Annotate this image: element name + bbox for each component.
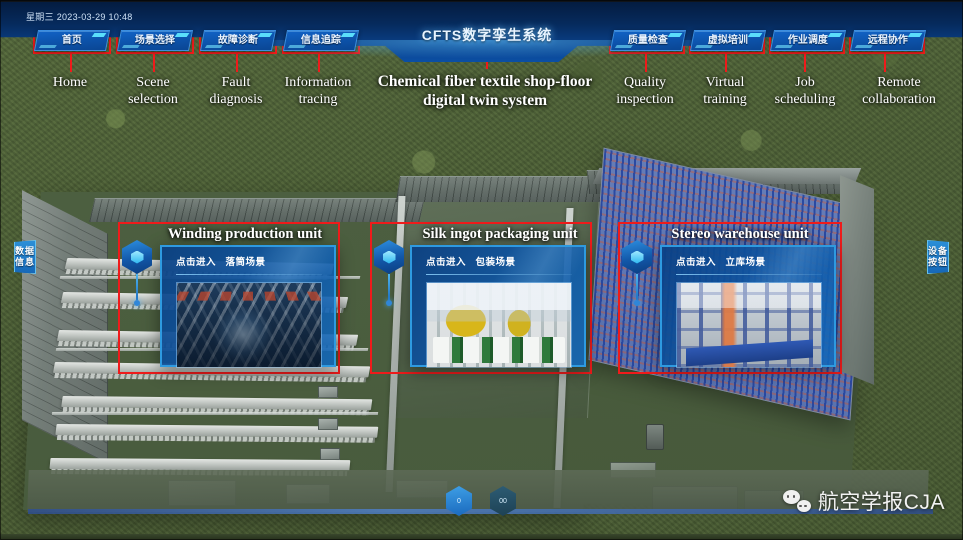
nav-button-virtual-training-label: 虚拟培训	[707, 35, 748, 46]
caption-scene-selection: Scene selection	[128, 75, 178, 107]
panel-winding-production-unit[interactable]: 点击进入 落筒场景	[160, 245, 336, 368]
wechat-icon	[782, 490, 811, 512]
caption-fault-diagnosis: Fault diagnosis	[209, 75, 263, 107]
layered-cube-icon	[622, 240, 652, 274]
equipment-unit	[318, 418, 338, 430]
nav-button-home-label: 首页	[61, 35, 82, 46]
layered-cube-icon	[374, 240, 404, 274]
panel-winding-scene: 落筒场景	[225, 257, 266, 268]
roof-section-winding	[89, 198, 425, 222]
panel-winding-photo	[176, 282, 322, 368]
nav-button-information-tracing[interactable]: 信息追踪	[282, 30, 360, 51]
panel-divider	[676, 274, 822, 275]
panel-packaging-photo	[426, 282, 572, 368]
marker-stem	[388, 274, 390, 300]
panel-warehouse-prompt: 点击进入	[676, 257, 717, 268]
watermark-text: 航空学报CJA	[817, 491, 945, 514]
panel-title-packaging: Silk ingot packaging unit	[422, 226, 578, 242]
marker-warehouse[interactable]	[622, 240, 652, 306]
roof-section-packaging	[395, 176, 611, 202]
layered-cube-icon	[122, 240, 152, 274]
nav-button-virtual-training[interactable]: 虚拟培训	[689, 30, 767, 51]
nav-button-job-scheduling[interactable]: 作业调度	[769, 30, 847, 51]
nav-button-information-tracing-label: 信息追踪	[300, 35, 341, 46]
caption-virtual-training: Virtual training	[703, 75, 747, 107]
panel-winding-prompt-row: 点击进入 落筒场景	[162, 247, 334, 273]
panel-title-winding: Winding production unit	[167, 226, 323, 242]
marker-stem	[636, 274, 638, 300]
caption-quality-inspection: Quality inspection	[616, 75, 674, 107]
production-line-row	[61, 396, 373, 411]
vehicle	[646, 424, 664, 450]
panel-packaging-prompt-row: 点击进入 包装场景	[412, 247, 584, 273]
marker-anchor-dot	[386, 300, 392, 306]
panel-packaging-prompt: 点击进入	[426, 257, 467, 268]
nav-button-fault-diagnosis-label: 故障诊断	[217, 35, 258, 46]
top-edge-strip	[0, 0, 963, 2]
caption-information-tracing: Information tracing	[284, 75, 352, 107]
nav-button-job-scheduling-label: 作业调度	[787, 35, 828, 46]
nav-button-scene-selection[interactable]: 场景选择	[116, 30, 194, 51]
caption-job-scheduling: Job scheduling	[774, 75, 836, 107]
equipment-unit	[320, 448, 340, 460]
panel-warehouse-photo	[676, 282, 822, 368]
panel-divider	[426, 274, 572, 275]
nav-button-scene-selection-label: 场景选择	[134, 35, 175, 46]
panel-warehouse-prompt-row: 点击进入 立库场景	[662, 247, 834, 273]
sidebar-tab-equipment-button[interactable]: 设备按钮	[927, 240, 949, 274]
left-facade-wall	[22, 190, 108, 464]
panel-silk-ingot-packaging-unit[interactable]: 点击进入 包装场景	[410, 245, 586, 368]
nav-button-fault-diagnosis[interactable]: 故障诊断	[199, 30, 277, 51]
digital-twin-screen: 0 00 数据信息 设备按钮 Winding production unit 点…	[0, 0, 963, 540]
aisle-rail	[51, 412, 379, 415]
watermark: 航空学报CJA	[782, 486, 945, 516]
marker-anchor-dot	[134, 300, 140, 306]
nav-button-remote-collaboration[interactable]: 远程协作	[849, 30, 927, 51]
sidebar-tab-data-info-label: 数据信息	[15, 246, 36, 267]
panel-warehouse-scene: 立库场景	[725, 257, 766, 268]
panel-winding-prompt: 点击进入	[176, 257, 217, 268]
warehouse-side-wall	[840, 175, 874, 385]
panel-stereo-warehouse-unit[interactable]: 点击进入 立库场景	[660, 245, 836, 368]
panel-title-warehouse: Stereo warehouse unit	[671, 226, 809, 242]
nav-button-remote-collaboration-label: 远程协作	[867, 35, 908, 46]
nav-button-home[interactable]: 首页	[33, 30, 111, 51]
marker-winding[interactable]	[122, 240, 152, 306]
page-title: Chemical fiber textile shop-floor digita…	[377, 73, 593, 109]
sidebar-tab-equipment-button-label: 设备按钮	[928, 246, 949, 267]
marker-stem	[136, 274, 138, 300]
datetime-display: 星期三 2023-03-29 10:48	[26, 12, 133, 22]
caption-remote-collaboration: Remote collaboration	[862, 75, 936, 107]
panel-packaging-scene: 包装场景	[475, 257, 516, 268]
scene-badge-b-label: 00	[499, 497, 507, 505]
marker-packaging[interactable]	[374, 240, 404, 306]
scene-badge-a-label: 0	[457, 497, 461, 505]
bottom-edge-strip	[0, 534, 963, 540]
equipment-unit	[318, 386, 338, 398]
top-header-bar: 星期三 2023-03-29 10:48 CFTS数字孪生系统 首页 场景选择 …	[0, 0, 963, 62]
nav-button-quality-inspection[interactable]: 质量检查	[609, 30, 687, 51]
sidebar-tab-data-info[interactable]: 数据信息	[14, 240, 36, 274]
panel-divider	[176, 274, 322, 275]
nav-button-quality-inspection-label: 质量检查	[627, 35, 668, 46]
caption-home: Home	[52, 75, 88, 90]
system-title: CFTS数字孪生系统	[421, 27, 553, 43]
marker-anchor-dot	[634, 300, 640, 306]
